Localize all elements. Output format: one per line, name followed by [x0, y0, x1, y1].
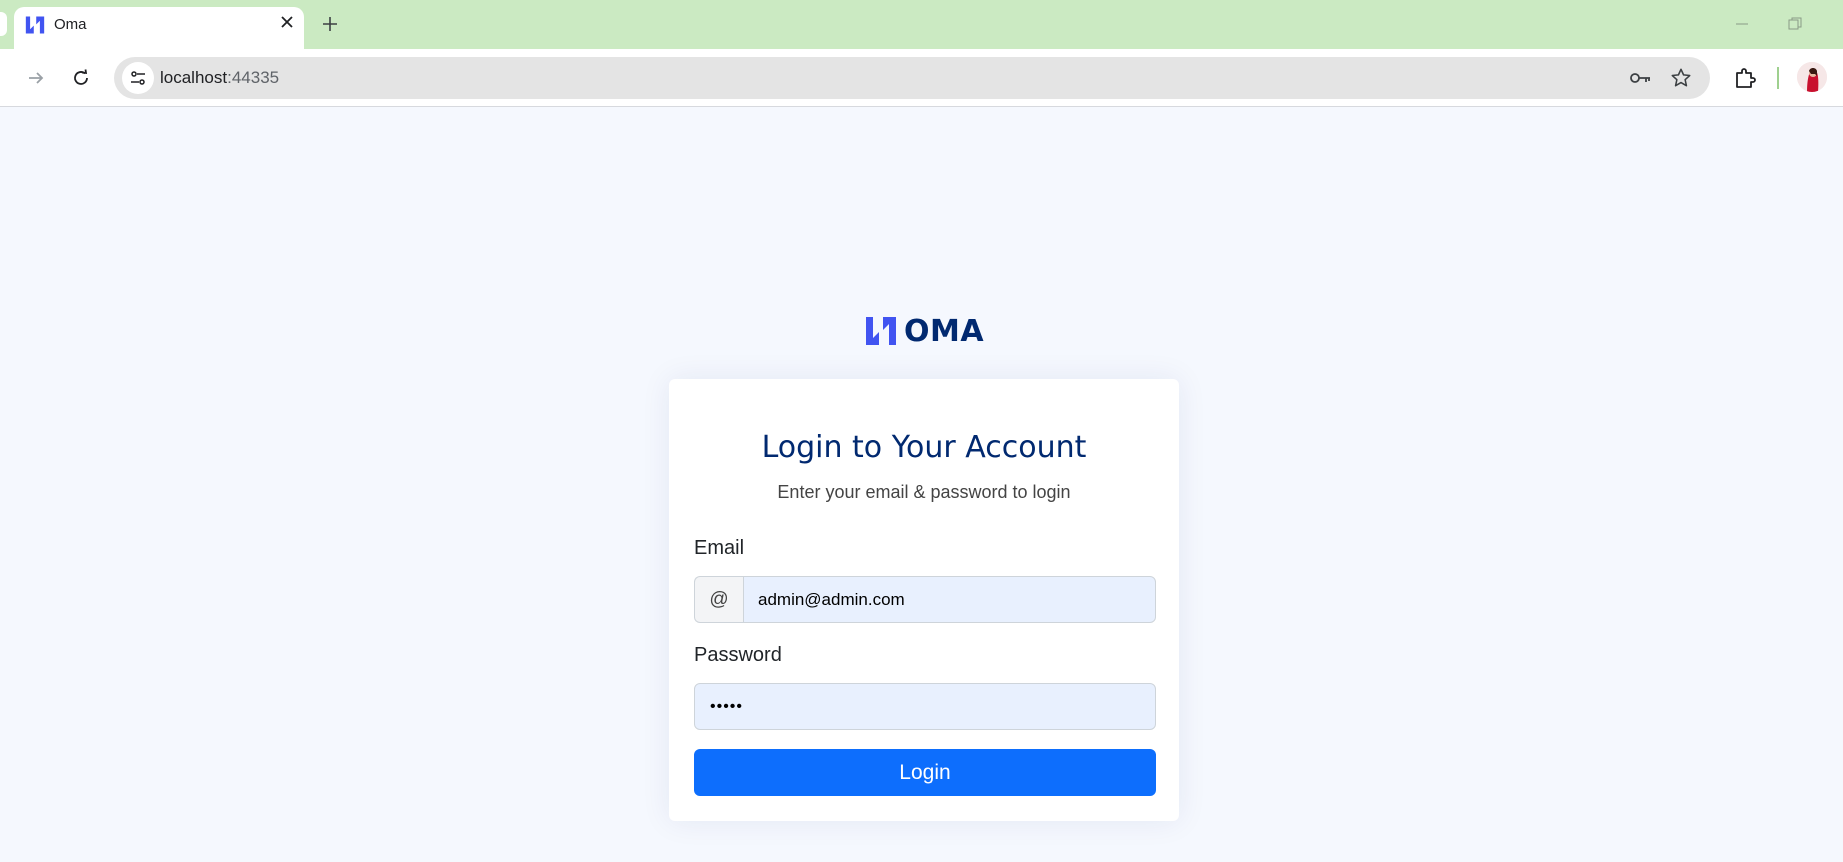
close-icon[interactable]: [277, 12, 297, 32]
brand-name: OMA: [904, 313, 985, 349]
reload-icon[interactable]: [65, 62, 97, 94]
address-bar[interactable]: localhost:44335: [114, 57, 1710, 99]
email-input-group: @ admin@admin.com: [694, 576, 1156, 623]
url-host: localhost: [160, 68, 228, 87]
plus-icon[interactable]: [318, 12, 342, 36]
password-field[interactable]: •••••: [694, 683, 1156, 730]
password-label: Password: [694, 644, 782, 666]
login-title: Login to Your Account: [761, 430, 1087, 465]
url-text[interactable]: localhost:44335: [160, 68, 279, 88]
arrow-right-icon[interactable]: [20, 62, 52, 94]
login-button[interactable]: Login: [694, 749, 1156, 796]
oma-logo-icon: [25, 16, 45, 34]
login-card: Login to Your Account Enter your email &…: [669, 379, 1179, 821]
minimize-window-icon[interactable]: [1731, 13, 1753, 35]
avatar[interactable]: [1797, 62, 1827, 92]
key-icon[interactable]: [1628, 66, 1652, 90]
oma-logo-icon: [866, 317, 896, 345]
browser-toolbar: localhost:44335: [0, 49, 1843, 107]
login-subtitle: Enter your email & password to login: [777, 482, 1071, 502]
tab-title: Oma: [54, 16, 87, 33]
email-field[interactable]: admin@admin.com: [743, 576, 1156, 623]
toolbar-divider: [1777, 67, 1779, 89]
previous-tab-edge[interactable]: [0, 12, 7, 36]
url-port: :44335: [227, 68, 280, 87]
email-label: Email: [694, 537, 745, 559]
restore-window-icon[interactable]: [1784, 13, 1806, 35]
browser-tab-strip: Oma: [0, 0, 1843, 49]
tune-icon[interactable]: [122, 62, 154, 94]
brand-logo[interactable]: OMA: [864, 313, 984, 349]
browser-tab[interactable]: Oma: [14, 7, 304, 49]
at-sign-icon: @: [694, 576, 743, 623]
star-icon[interactable]: [1669, 66, 1693, 90]
puzzle-icon[interactable]: [1731, 64, 1759, 92]
